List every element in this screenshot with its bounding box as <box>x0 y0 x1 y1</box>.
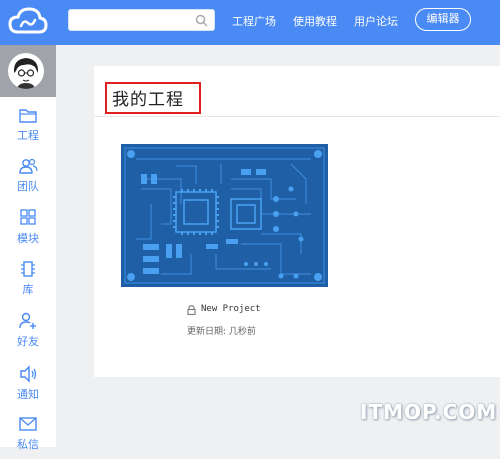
avatar[interactable] <box>8 53 44 89</box>
project-name[interactable]: New Project <box>201 304 261 314</box>
lock-icon <box>187 305 196 315</box>
sidebar-item-label: 通知 <box>17 388 39 401</box>
editor-button[interactable]: 编辑器 <box>415 8 471 31</box>
sidebar-item-projects[interactable]: 工程 <box>0 106 56 150</box>
sidebar-item-label: 私信 <box>17 438 39 451</box>
sidebar-item-notifications[interactable]: 通知 <box>0 365 56 409</box>
highlight-box <box>105 82 201 114</box>
sidebar-item-label: 工程 <box>17 129 39 142</box>
nav-project-square[interactable]: 工程广场 <box>232 13 276 29</box>
search-icon[interactable] <box>195 14 208 27</box>
nav-forum[interactable]: 用户论坛 <box>354 13 398 29</box>
sidebar: 工程 团队 模块 库 好友 通知 私信 <box>0 45 56 451</box>
projects-panel: 我的工程 New Project 更新日期: 几秒前 <box>94 66 500 377</box>
speaker-icon <box>20 365 37 383</box>
divider <box>94 116 500 117</box>
sidebar-item-friends[interactable]: 好友 <box>0 312 56 356</box>
project-updated: 更新日期: 几秒前 <box>187 327 256 337</box>
mail-icon <box>19 417 37 431</box>
search-input[interactable] <box>68 9 215 31</box>
avatar-area[interactable] <box>0 45 56 97</box>
nav-tutorial[interactable]: 使用教程 <box>293 13 337 29</box>
sidebar-item-label: 团队 <box>17 180 39 193</box>
sidebar-item-team[interactable]: 团队 <box>0 157 56 201</box>
cloud-logo-icon[interactable] <box>8 7 48 37</box>
sidebar-item-label: 模块 <box>17 232 39 245</box>
add-friend-icon <box>19 312 36 329</box>
watermark: ITMOP.COM <box>360 400 498 424</box>
sidebar-item-library[interactable]: 库 <box>0 260 56 304</box>
sidebar-item-label: 好友 <box>17 335 39 348</box>
team-icon <box>19 158 38 174</box>
sidebar-item-label: 库 <box>22 283 34 296</box>
top-bar: 工程广场 使用教程 用户论坛 编辑器 <box>0 0 500 45</box>
sidebar-item-messages[interactable]: 私信 <box>0 415 56 459</box>
grid-icon <box>20 209 36 225</box>
project-thumbnail[interactable] <box>121 144 328 287</box>
folder-icon <box>19 109 37 123</box>
chip-icon <box>21 261 35 277</box>
sidebar-item-modules[interactable]: 模块 <box>0 209 56 253</box>
